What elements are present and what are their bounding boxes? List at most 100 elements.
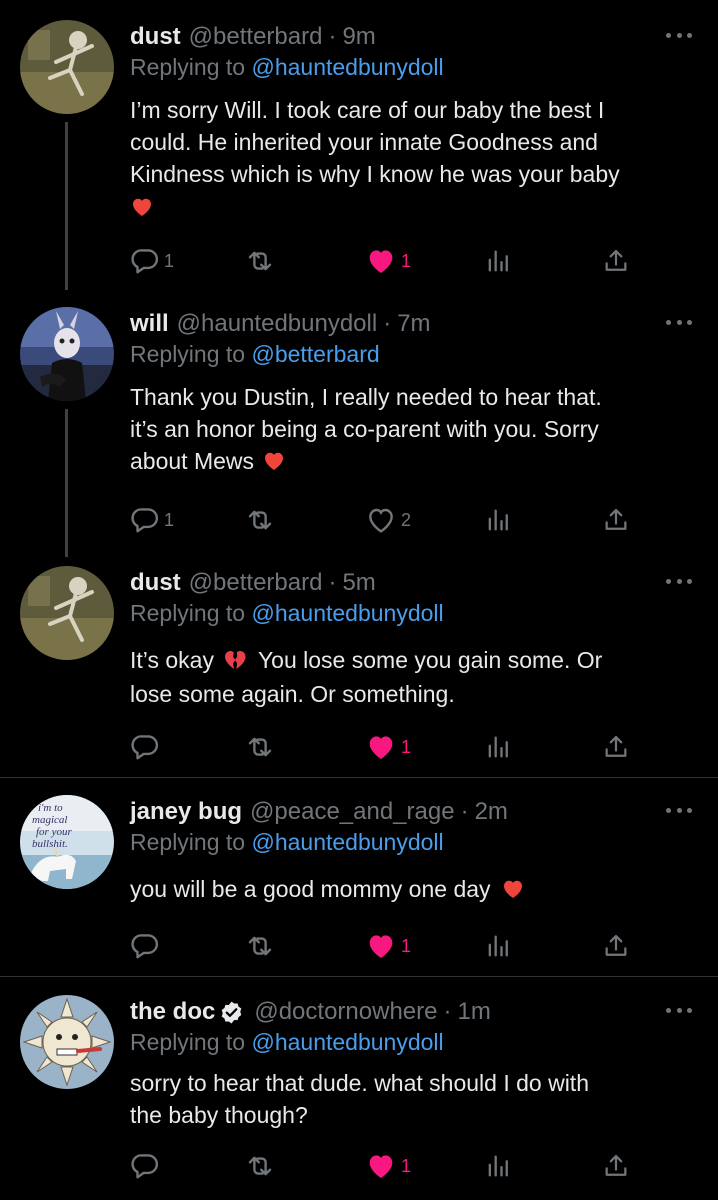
tweet-text-line: I’m sorry Will. I took care of our baby … — [130, 97, 605, 123]
retweet-button[interactable] — [245, 503, 279, 537]
retweet-button[interactable] — [245, 1149, 279, 1183]
like-button[interactable]: 1 — [365, 730, 411, 764]
tweet-2[interactable]: will @hauntedbunydoll · 7m Replying to @… — [0, 307, 718, 557]
display-name[interactable]: dust — [130, 23, 181, 51]
tweet-text-line: It’s okay — [130, 647, 214, 673]
timestamp[interactable]: 1m — [457, 998, 490, 1026]
tweet-text-line: could. He inherited your innate Goodness… — [130, 129, 598, 155]
like-count: 1 — [401, 1155, 412, 1176]
like-count: 1 — [401, 736, 412, 757]
reply-icon — [130, 1151, 160, 1181]
heart-filled-icon — [365, 1150, 397, 1182]
separator-dot: · — [383, 310, 392, 337]
reply-count: 1 — [164, 250, 175, 271]
views-button[interactable] — [484, 503, 512, 537]
skeleton-dancing-avatar — [20, 566, 114, 660]
tweet-header: dust @betterbard · 9m — [130, 20, 376, 54]
share-button[interactable] — [602, 929, 630, 963]
replying-prefix: Replying to — [130, 54, 246, 80]
retweet-icon — [245, 246, 275, 276]
share-button[interactable] — [602, 1149, 630, 1183]
timestamp[interactable]: 5m — [342, 569, 375, 597]
views-icon — [484, 1152, 512, 1180]
tweet-header: dust @betterbard · 5m — [130, 566, 376, 600]
like-button[interactable]: 1 — [365, 244, 411, 278]
user-handle[interactable]: @doctornowhere — [254, 998, 437, 1026]
tweet-text-line: sorry to hear that dude. what should I d… — [130, 1070, 589, 1096]
reply-button[interactable]: 1 — [130, 503, 174, 537]
views-button[interactable] — [484, 1149, 512, 1183]
reply-button[interactable] — [130, 730, 164, 764]
more-options-icon[interactable] — [666, 1005, 692, 1015]
tweet-actions: 1 — [130, 730, 630, 764]
tweet-text: Thank you Dustin, I really needed to hea… — [130, 381, 690, 477]
reply-icon — [130, 732, 160, 762]
more-options-icon[interactable] — [666, 30, 692, 40]
tweet-text: you will be a good mommy one day — [130, 873, 690, 905]
reply-mention-link[interactable]: @hauntedbunydoll — [251, 829, 443, 855]
display-name[interactable]: dust — [130, 569, 181, 597]
tweet-5[interactable]: the doc @doctornowhere · 1m Replying to … — [0, 995, 718, 1200]
tweet-text-line: Thank you Dustin, I really needed to hea… — [130, 384, 602, 410]
share-icon — [602, 247, 630, 275]
reply-button[interactable]: 1 — [130, 244, 174, 278]
replying-prefix: Replying to — [130, 341, 246, 367]
share-button[interactable] — [602, 730, 630, 764]
reply-button[interactable] — [130, 1149, 164, 1183]
heart-filled-icon — [365, 930, 397, 962]
reply-button[interactable] — [130, 929, 164, 963]
more-options-icon[interactable] — [666, 576, 692, 586]
reply-mention-link[interactable]: @hauntedbunydoll — [251, 1029, 443, 1055]
views-button[interactable] — [484, 929, 512, 963]
reply-mention-link[interactable]: @hauntedbunydoll — [251, 600, 443, 626]
separator-dot: · — [328, 23, 337, 50]
tweet-text-line: lose some again. Or something. — [130, 681, 455, 707]
share-button[interactable] — [602, 244, 630, 278]
timestamp[interactable]: 9m — [342, 23, 375, 51]
share-button[interactable] — [602, 503, 630, 537]
avatar[interactable]: i'm to magical for your bullshit. — [20, 795, 114, 889]
reply-mention-link[interactable]: @hauntedbunydoll — [251, 54, 443, 80]
avatar[interactable] — [20, 307, 114, 401]
retweet-button[interactable] — [245, 929, 279, 963]
avatar[interactable] — [20, 566, 114, 660]
tweet-4[interactable]: i'm to magical for your bullshit. janey … — [0, 795, 718, 975]
more-options-icon[interactable] — [666, 317, 692, 327]
tweet-actions: 1 — [130, 929, 630, 963]
views-button[interactable] — [484, 730, 512, 764]
reply-mention-link[interactable]: @betterbard — [251, 341, 379, 367]
like-button[interactable]: 1 — [365, 929, 411, 963]
replying-to: Replying to @hauntedbunydoll — [130, 600, 444, 627]
tweet-actions: 1 1 — [130, 244, 630, 278]
tweet-3[interactable]: dust @betterbard · 5m Replying to @haunt… — [0, 566, 718, 776]
user-handle[interactable]: @hauntedbunydoll — [177, 310, 378, 338]
timestamp[interactable]: 7m — [397, 310, 430, 338]
retweet-button[interactable] — [245, 244, 279, 278]
red-heart-emoji-icon — [130, 195, 154, 219]
tweet-divider — [0, 976, 718, 977]
display-name[interactable]: will — [130, 310, 169, 338]
heart-filled-icon — [365, 731, 397, 763]
like-button[interactable]: 2 — [365, 503, 411, 537]
avatar[interactable] — [20, 995, 114, 1089]
views-icon — [484, 733, 512, 761]
tweet-1[interactable]: dust @betterbard · 9m Replying to @haunt… — [0, 20, 718, 290]
timestamp[interactable]: 2m — [475, 798, 508, 826]
verified-badge-icon — [222, 1001, 242, 1023]
views-button[interactable] — [484, 244, 512, 278]
more-options-icon[interactable] — [666, 805, 692, 815]
like-button[interactable]: 1 — [365, 1149, 411, 1183]
share-icon — [602, 733, 630, 761]
user-handle[interactable]: @betterbard — [189, 23, 323, 51]
tweet-header: the doc @doctornowhere · 1m — [130, 995, 491, 1029]
views-icon — [484, 506, 512, 534]
avatar[interactable] — [20, 20, 114, 114]
display-name[interactable]: janey bug — [130, 798, 242, 826]
display-name[interactable]: the doc — [130, 998, 215, 1026]
separator-dot: · — [443, 998, 452, 1025]
user-handle[interactable]: @peace_and_rage — [250, 798, 455, 826]
retweet-button[interactable] — [245, 730, 279, 764]
tweet-header: will @hauntedbunydoll · 7m — [130, 307, 431, 341]
thread-line — [65, 122, 68, 290]
user-handle[interactable]: @betterbard — [189, 569, 323, 597]
